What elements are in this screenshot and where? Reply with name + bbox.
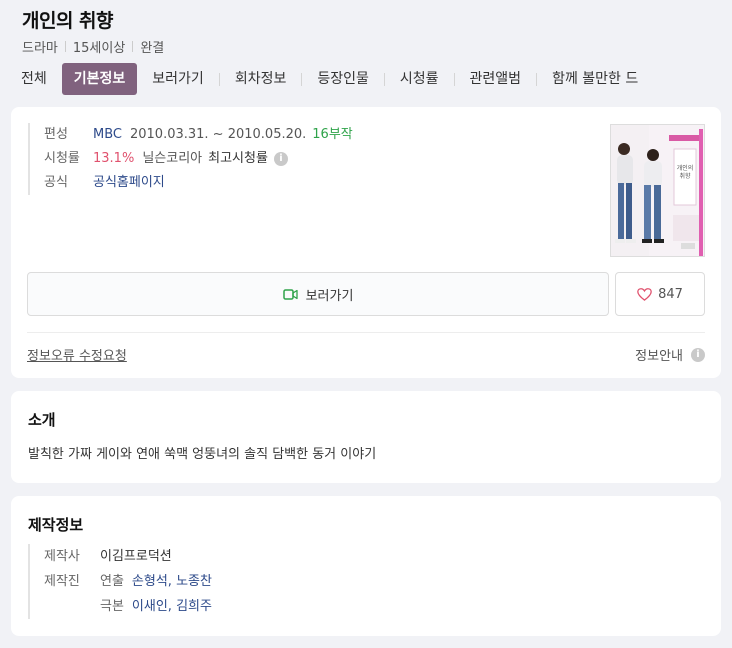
writer-names[interactable]: 이새인, 김희주 [132, 594, 212, 619]
meta-age-rating: 15세이상 [72, 41, 126, 56]
like-button[interactable]: 847 [615, 272, 705, 316]
report-error-link[interactable]: 정보오류 수정요청 [27, 345, 127, 364]
meta-status: 완결 [140, 41, 165, 56]
watch-button[interactable]: 보러가기 [27, 272, 609, 316]
tab-divider [383, 72, 385, 86]
tab-divider [218, 72, 220, 86]
heart-icon [637, 287, 652, 301]
tab-divider [536, 72, 538, 86]
divider [27, 332, 705, 333]
official-label: 공식 [44, 175, 68, 190]
info-row-broadcast: 편성 MBC 2010.03.31. ~ 2010.05.20. 16부작 [44, 123, 353, 147]
channel-link[interactable]: MBC [93, 123, 122, 147]
broadcast-period: 2010.03.31. ~ 2010.05.20. [129, 127, 307, 142]
watch-button-label: 보러가기 [305, 288, 354, 304]
tab-recommended[interactable]: 함께 볼만한 드 [543, 63, 647, 95]
intro-card: 소개 발칙한 가짜 게이와 연애 쑥맥 엉뚱녀의 솔직 담백한 동거 이야기 [11, 391, 721, 483]
info-guide[interactable]: 정보안내 i [635, 345, 705, 364]
intro-text: 발칙한 가짜 게이와 연애 쑥맥 엉뚱녀의 솔직 담백한 동거 이야기 [28, 447, 377, 462]
rating-label: 시청률 [44, 151, 80, 166]
poster-image[interactable]: 개인의 취향 [610, 124, 705, 257]
episode-count: 16부작 [312, 127, 353, 142]
like-count: 847 [658, 286, 683, 302]
info-row-official: 공식 공식홈페이지 [44, 171, 353, 195]
svg-text:취향: 취향 [679, 172, 691, 180]
info-row-rating: 시청률 13.1% 닐슨코리아 최고시청률 i [44, 147, 353, 171]
official-homepage-link[interactable]: 공식홈페이지 [93, 171, 165, 195]
rating-value: 13.1% [93, 151, 135, 166]
tab-ratings[interactable]: 시청률 [391, 63, 448, 95]
broadcast-label: 편성 [44, 127, 68, 142]
production-card: 제작정보 제작사 이김프로덕션 제작진 연출 손형석, 노종찬 극본 이새인, … [11, 496, 721, 636]
tab-episodes[interactable]: 회차정보 [226, 63, 296, 95]
director-label: 연출 [100, 574, 124, 589]
meta-divider [64, 41, 66, 52]
info-list: 편성 MBC 2010.03.31. ~ 2010.05.20. 16부작 시청… [28, 123, 353, 195]
staff-label: 제작진 [44, 574, 80, 589]
info-icon[interactable]: i [273, 152, 288, 166]
info-icon: i [691, 347, 705, 362]
meta-divider [132, 41, 134, 52]
tab-characters[interactable]: 등장인물 [308, 63, 378, 95]
label-spacer [44, 594, 100, 619]
info-guide-label: 정보안내 [635, 349, 683, 364]
tab-divider [301, 72, 303, 86]
tab-basic-info[interactable]: 기본정보 [61, 63, 138, 95]
production-list: 제작사 이김프로덕션 제작진 연출 손형석, 노종찬 극본 이새인, 김희주 [28, 544, 212, 619]
company-name: 이김프로덕션 [100, 549, 172, 564]
production-title: 제작정보 [28, 516, 84, 534]
basic-info-card: 편성 MBC 2010.03.31. ~ 2010.05.20. 16부작 시청… [11, 107, 721, 378]
meta-genre: 드라마 [22, 41, 58, 56]
tab-all[interactable]: 전체 [12, 63, 56, 95]
video-icon [282, 288, 298, 300]
page-title: 개인의 취향 [22, 10, 114, 32]
production-row-director: 제작진 연출 손형석, 노종찬 [44, 569, 212, 594]
production-row-writer: 극본 이새인, 김희주 [44, 594, 212, 619]
director-names[interactable]: 손형석, 노종찬 [132, 569, 212, 594]
production-row-company: 제작사 이김프로덕션 [44, 544, 212, 569]
tab-divider [453, 72, 455, 86]
poster-illustration: 개인의 취향 [611, 125, 704, 256]
svg-text:개인의: 개인의 [677, 164, 694, 172]
rating-kind: 최고시청률 [208, 151, 268, 166]
intro-title: 소개 [28, 411, 56, 429]
tab-bar: 전체 기본정보 보러가기 회차정보 등장인물 시청률 관련앨범 함께 볼만한 드 [12, 63, 732, 95]
writer-label: 극본 [100, 599, 124, 614]
meta-info: 드라마 15세이상 완결 [22, 37, 164, 56]
company-label: 제작사 [44, 549, 80, 564]
rating-source: 닐슨코리아 [142, 151, 203, 166]
tab-watch[interactable]: 보러가기 [143, 63, 213, 95]
tab-albums[interactable]: 관련앨범 [461, 63, 531, 95]
header: 개인의 취향 드라마 15세이상 완결 전체 기본정보 보러가기 회차정보 등장… [0, 0, 732, 102]
